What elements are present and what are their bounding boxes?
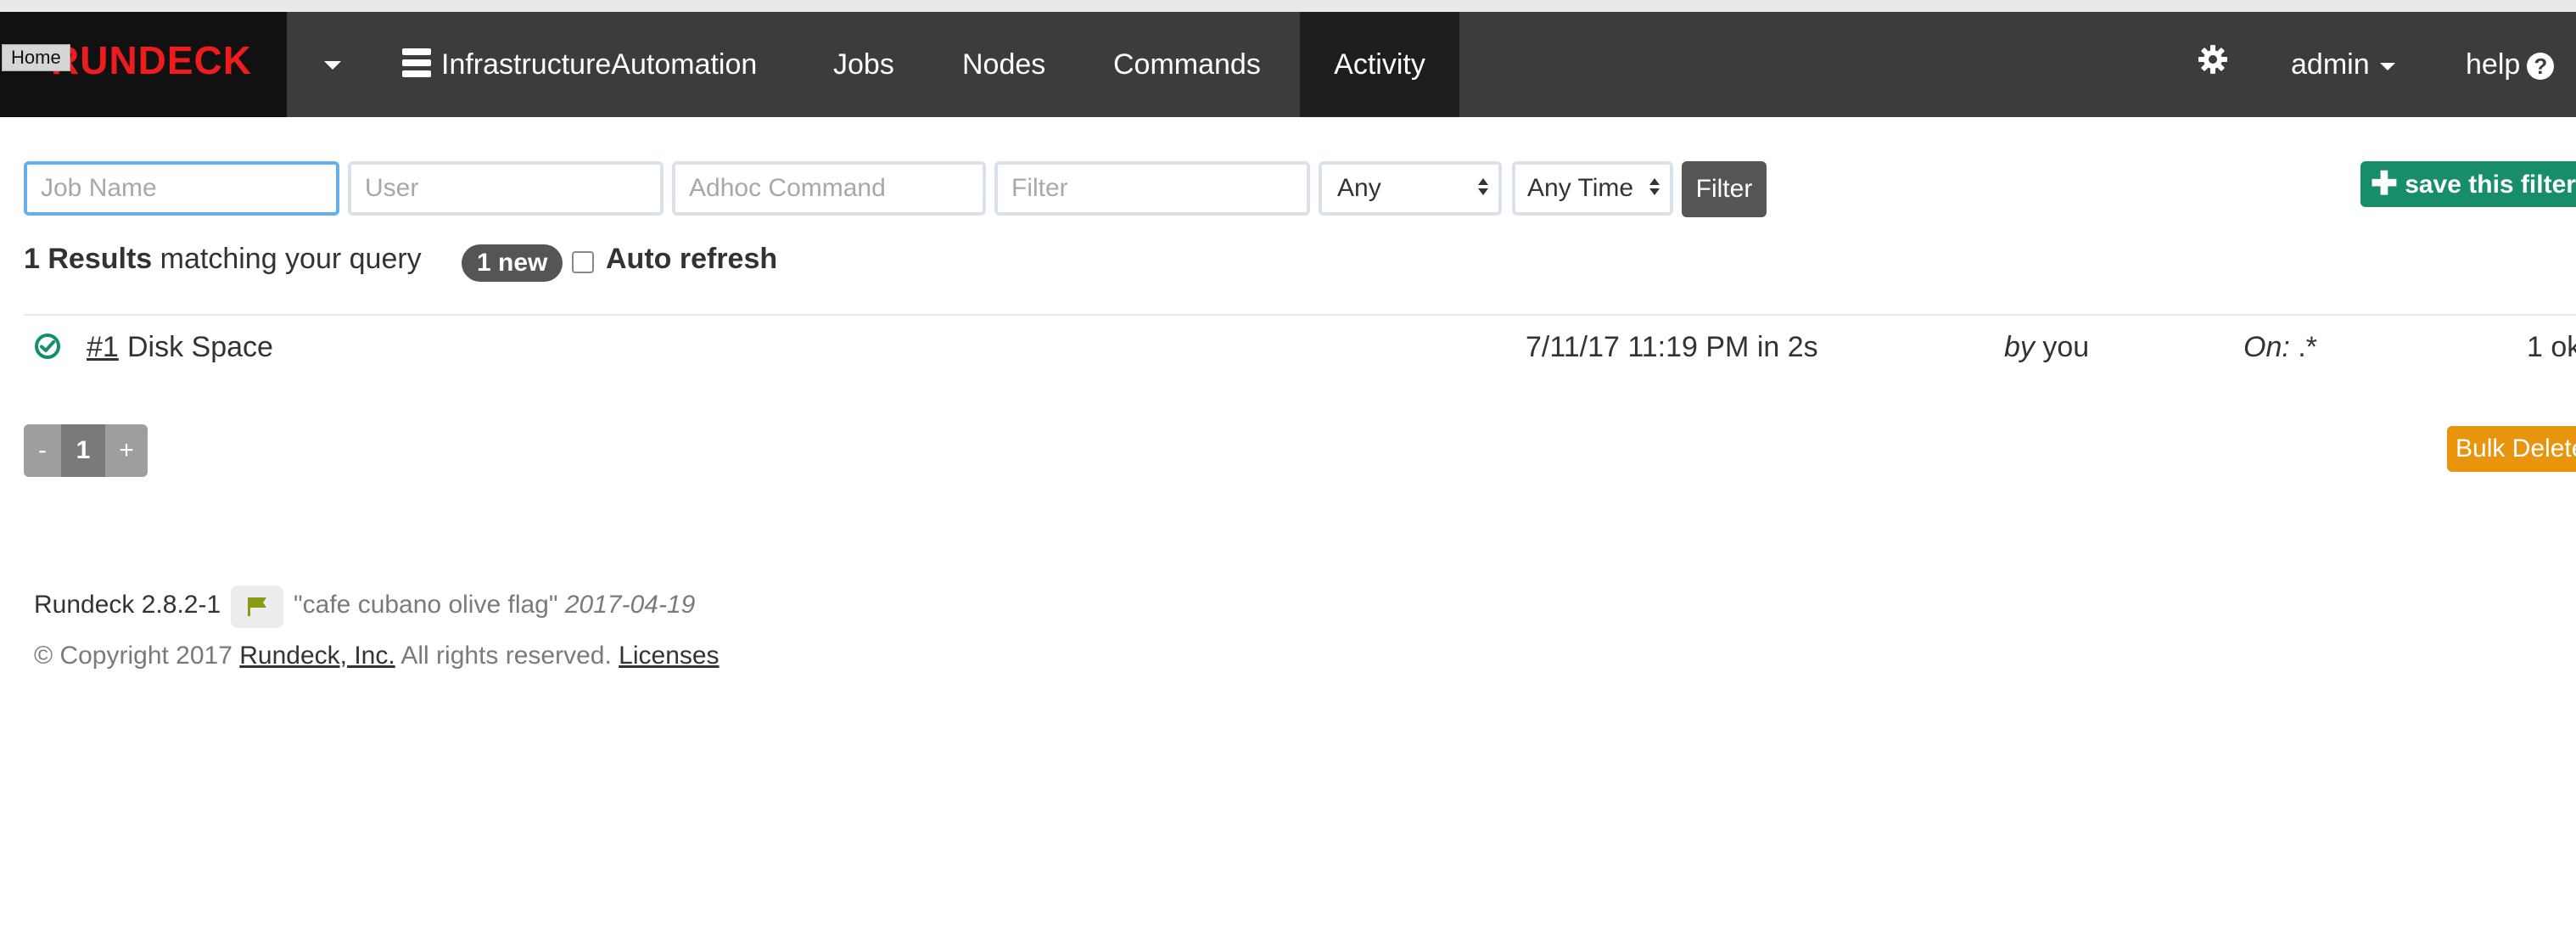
brand-area[interactable]: RUNDECK Home (0, 12, 287, 117)
question-circle-icon: ? (2527, 53, 2555, 81)
execution-result: 1 ok (2527, 331, 2576, 363)
bulk-delete-button[interactable]: Bulk Delete (2447, 426, 2576, 472)
filter-input[interactable] (994, 161, 1310, 216)
nav-jobs[interactable]: Jobs (804, 12, 923, 117)
select-arrows-icon (1478, 178, 1488, 195)
pagination-current[interactable]: 1 (61, 424, 105, 477)
licenses-link[interactable]: Licenses (619, 642, 719, 670)
execution-datetime: 7/11/17 11:19 PM in 2s (1526, 331, 1818, 363)
auto-refresh-label[interactable]: Auto refresh (606, 243, 777, 276)
divider (24, 314, 2576, 316)
results-summary: 1 Results matching your query (24, 243, 422, 275)
execution-job-name[interactable]: Disk Space (127, 331, 273, 364)
flag-icon (248, 597, 266, 616)
release-flag-badge (231, 586, 283, 628)
pagination-prev[interactable]: - (24, 424, 61, 477)
nav-nodes[interactable]: Nodes (933, 12, 1074, 117)
company-link[interactable]: Rundeck, Inc. (239, 642, 395, 670)
status-select[interactable]: Any (1319, 161, 1502, 216)
select-arrows-icon (1649, 178, 1660, 195)
pagination-next[interactable]: + (105, 424, 148, 477)
execution-nodes: On: .* (2243, 331, 2317, 363)
time-select[interactable]: Any Time (1512, 161, 1673, 216)
plus-icon: ✚ (2371, 166, 2398, 202)
user-input[interactable] (348, 161, 664, 216)
chevron-down-icon[interactable] (324, 61, 341, 70)
pagination: - 1 + (24, 424, 148, 477)
project-link[interactable]: InfrastructureAutomation (402, 12, 757, 117)
nav-commands[interactable]: Commands (1084, 12, 1290, 117)
job-name-input[interactable] (24, 161, 339, 216)
adhoc-command-input[interactable] (672, 161, 986, 216)
nav-activity[interactable]: Activity (1300, 12, 1459, 117)
help-link[interactable]: help? (2466, 12, 2555, 117)
top-navbar: RUNDECK Home InfrastructureAutomation Jo… (0, 12, 2576, 117)
user-menu[interactable]: admin (2291, 12, 2395, 117)
release-codename: "cafe cubano olive flag" 2017-04-19 (294, 591, 696, 619)
auto-refresh-checkbox[interactable] (572, 251, 594, 273)
execution-id-link[interactable]: #1 (87, 331, 119, 364)
filter-button[interactable]: Filter (1682, 161, 1767, 217)
new-results-badge[interactable]: 1 new (462, 244, 563, 282)
save-filter-button[interactable]: ✚ save this filter... (2360, 161, 2576, 207)
version-text: Rundeck 2.8.2-1 (34, 591, 221, 619)
home-tooltip: Home (2, 44, 70, 71)
top-strip (0, 0, 2576, 12)
gear-icon[interactable] (2198, 44, 2228, 75)
execution-user: by you (2004, 331, 2090, 363)
chevron-down-icon (2379, 62, 2395, 70)
check-circle-icon (35, 334, 60, 359)
copyright-line: © Copyright 2017 Rundeck, Inc. All right… (34, 642, 720, 670)
execution-row[interactable] (0, 322, 2576, 394)
server-icon (402, 48, 431, 78)
